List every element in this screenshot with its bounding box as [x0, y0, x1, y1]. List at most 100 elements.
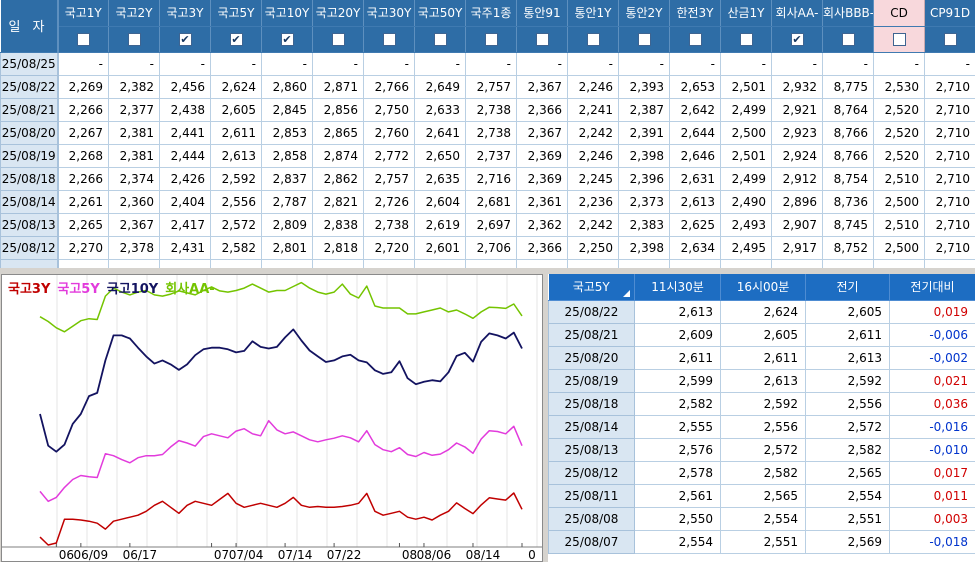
bond-rates-window: { "colors": { "header_blue": "#2E6DA6", …	[0, 0, 975, 562]
rate-cell: 2,766	[364, 75, 415, 98]
series-checkbox-CD[interactable]	[893, 33, 906, 46]
intraday-row: 25/08/122,5782,5822,5650,017	[549, 461, 975, 484]
legend-item-회사AA-: 회사AA-	[165, 282, 214, 297]
rate-cell: 2,377	[109, 98, 160, 121]
rate-cell: 2,710	[925, 121, 975, 144]
series-checkbox-CP91D[interactable]	[944, 33, 957, 46]
series-checkbox-국고5Y[interactable]: ✔	[230, 33, 243, 46]
rate-cell: 2,367	[517, 75, 568, 98]
rate-cell: 2,865	[313, 121, 364, 144]
rate-cell: 2,642	[670, 98, 721, 121]
rate-cell	[415, 259, 466, 268]
rate-cell	[313, 259, 364, 268]
rate-cell	[211, 259, 262, 268]
series-checkbox-통안91[interactable]	[536, 33, 549, 46]
rate-cell: 8,745	[823, 213, 874, 236]
intraday-row: 25/08/192,5992,6132,5920,021	[549, 369, 975, 392]
rate-cell: 2,801	[262, 236, 313, 259]
table-row: 25/08/212,2662,3772,4382,6052,8452,8562,…	[1, 98, 975, 121]
table-row: 25/08/132,2652,3672,4172,5722,8092,8382,…	[1, 213, 975, 236]
rate-cell: 8,736	[823, 190, 874, 213]
column-header-국고1Y: 국고1Y	[58, 0, 109, 26]
rate-cell: 8,764	[823, 98, 874, 121]
date-cell: 25/08/25	[1, 52, 58, 75]
column-checkbox-cell	[619, 26, 670, 52]
rate-cell: 2,818	[313, 236, 364, 259]
series-checkbox-국고20Y[interactable]	[332, 33, 345, 46]
rate-1130-cell: 2,555	[635, 415, 721, 438]
series-checkbox-통안2Y[interactable]	[638, 33, 651, 46]
rate-cell: 2,821	[313, 190, 364, 213]
rate-cell: 2,500	[874, 236, 925, 259]
column-header-국주1종: 국주1종	[466, 0, 517, 26]
rate-cell: 2,757	[364, 167, 415, 190]
rate-cell: 2,738	[466, 98, 517, 121]
series-checkbox-회사BBB-[interactable]	[842, 33, 855, 46]
series-checkbox-국고30Y[interactable]	[383, 33, 396, 46]
series-checkbox-회사AA-[interactable]: ✔	[791, 33, 804, 46]
intraday-row: 25/08/212,6092,6052,611-0,006	[549, 323, 975, 346]
date-cell: 25/08/21	[549, 323, 635, 346]
column-checkbox-cell	[364, 26, 415, 52]
rate-1130-cell: 2,561	[635, 484, 721, 507]
column-checkbox-cell	[58, 26, 109, 52]
rate-cell: -	[517, 52, 568, 75]
series-checkbox-한전3Y[interactable]	[689, 33, 702, 46]
date-cell: 25/08/12	[1, 236, 58, 259]
series-checkbox-국고1Y[interactable]	[77, 33, 90, 46]
intraday-col-header-11시30분: 11시30분	[635, 274, 721, 300]
rate-cell: 2,396	[619, 167, 670, 190]
series-checkbox-통안1Y[interactable]	[587, 33, 600, 46]
rate-1600-cell: 2,613	[721, 369, 806, 392]
rate-cell: 2,438	[160, 98, 211, 121]
prev-cell: 2,551	[806, 507, 890, 530]
rate-cell: 2,710	[925, 213, 975, 236]
rate-1600-cell: 2,572	[721, 438, 806, 461]
rates-line-chart: 0606/0906/170707/0407/1407/220808/0608/1…	[2, 275, 542, 561]
rate-cell: 2,681	[466, 190, 517, 213]
prev-cell: 2,554	[806, 484, 890, 507]
rate-cell: 2,398	[619, 144, 670, 167]
series-checkbox-국고50Y[interactable]	[434, 33, 447, 46]
prev-cell: 2,582	[806, 438, 890, 461]
column-header-국고10Y: 국고10Y	[262, 0, 313, 26]
intraday-row: 25/08/132,5762,5722,582-0,010	[549, 438, 975, 461]
column-header-통안91: 통안91	[517, 0, 568, 26]
column-header-산금1Y: 산금1Y	[721, 0, 772, 26]
intraday-col-header-국고5Y[interactable]: 국고5Y	[549, 274, 635, 300]
rate-cell: 2,917	[772, 236, 823, 259]
rate-cell: 2,634	[670, 236, 721, 259]
prev-cell: 2,556	[806, 392, 890, 415]
rate-cell: 2,837	[262, 167, 313, 190]
series-checkbox-국고10Y[interactable]: ✔	[281, 33, 294, 46]
date-cell: 25/08/22	[1, 75, 58, 98]
x-axis-label: 08	[402, 548, 417, 561]
change-cell: 0,036	[890, 392, 975, 415]
rate-cell: 2,697	[466, 213, 517, 236]
rate-cell: -	[364, 52, 415, 75]
rate-cell: 2,236	[568, 190, 619, 213]
column-checkbox-cell: ✔	[160, 26, 211, 52]
column-checkbox-cell	[670, 26, 721, 52]
rate-cell: 2,490	[721, 190, 772, 213]
rate-1130-cell: 2,578	[635, 461, 721, 484]
rate-cell: 2,268	[58, 144, 109, 167]
prev-cell: 2,572	[806, 415, 890, 438]
change-cell: -0,018	[890, 530, 975, 553]
rate-cell: 2,604	[415, 190, 466, 213]
rate-cell: 2,495	[721, 236, 772, 259]
prev-cell: 2,611	[806, 323, 890, 346]
column-checkbox-cell	[874, 26, 925, 52]
x-axis-label: 07/14	[278, 548, 313, 561]
rate-cell: 2,270	[58, 236, 109, 259]
rate-cell: 2,250	[568, 236, 619, 259]
series-checkbox-국주1종[interactable]	[485, 33, 498, 46]
rate-cell: 2,269	[58, 75, 109, 98]
series-checkbox-산금1Y[interactable]	[740, 33, 753, 46]
rate-cell: 2,635	[415, 167, 466, 190]
series-checkbox-국고3Y[interactable]: ✔	[179, 33, 192, 46]
series-checkbox-국고2Y[interactable]	[128, 33, 141, 46]
rate-cell: 2,874	[313, 144, 364, 167]
column-header-국고50Y: 국고50Y	[415, 0, 466, 26]
date-cell: 25/08/19	[1, 144, 58, 167]
